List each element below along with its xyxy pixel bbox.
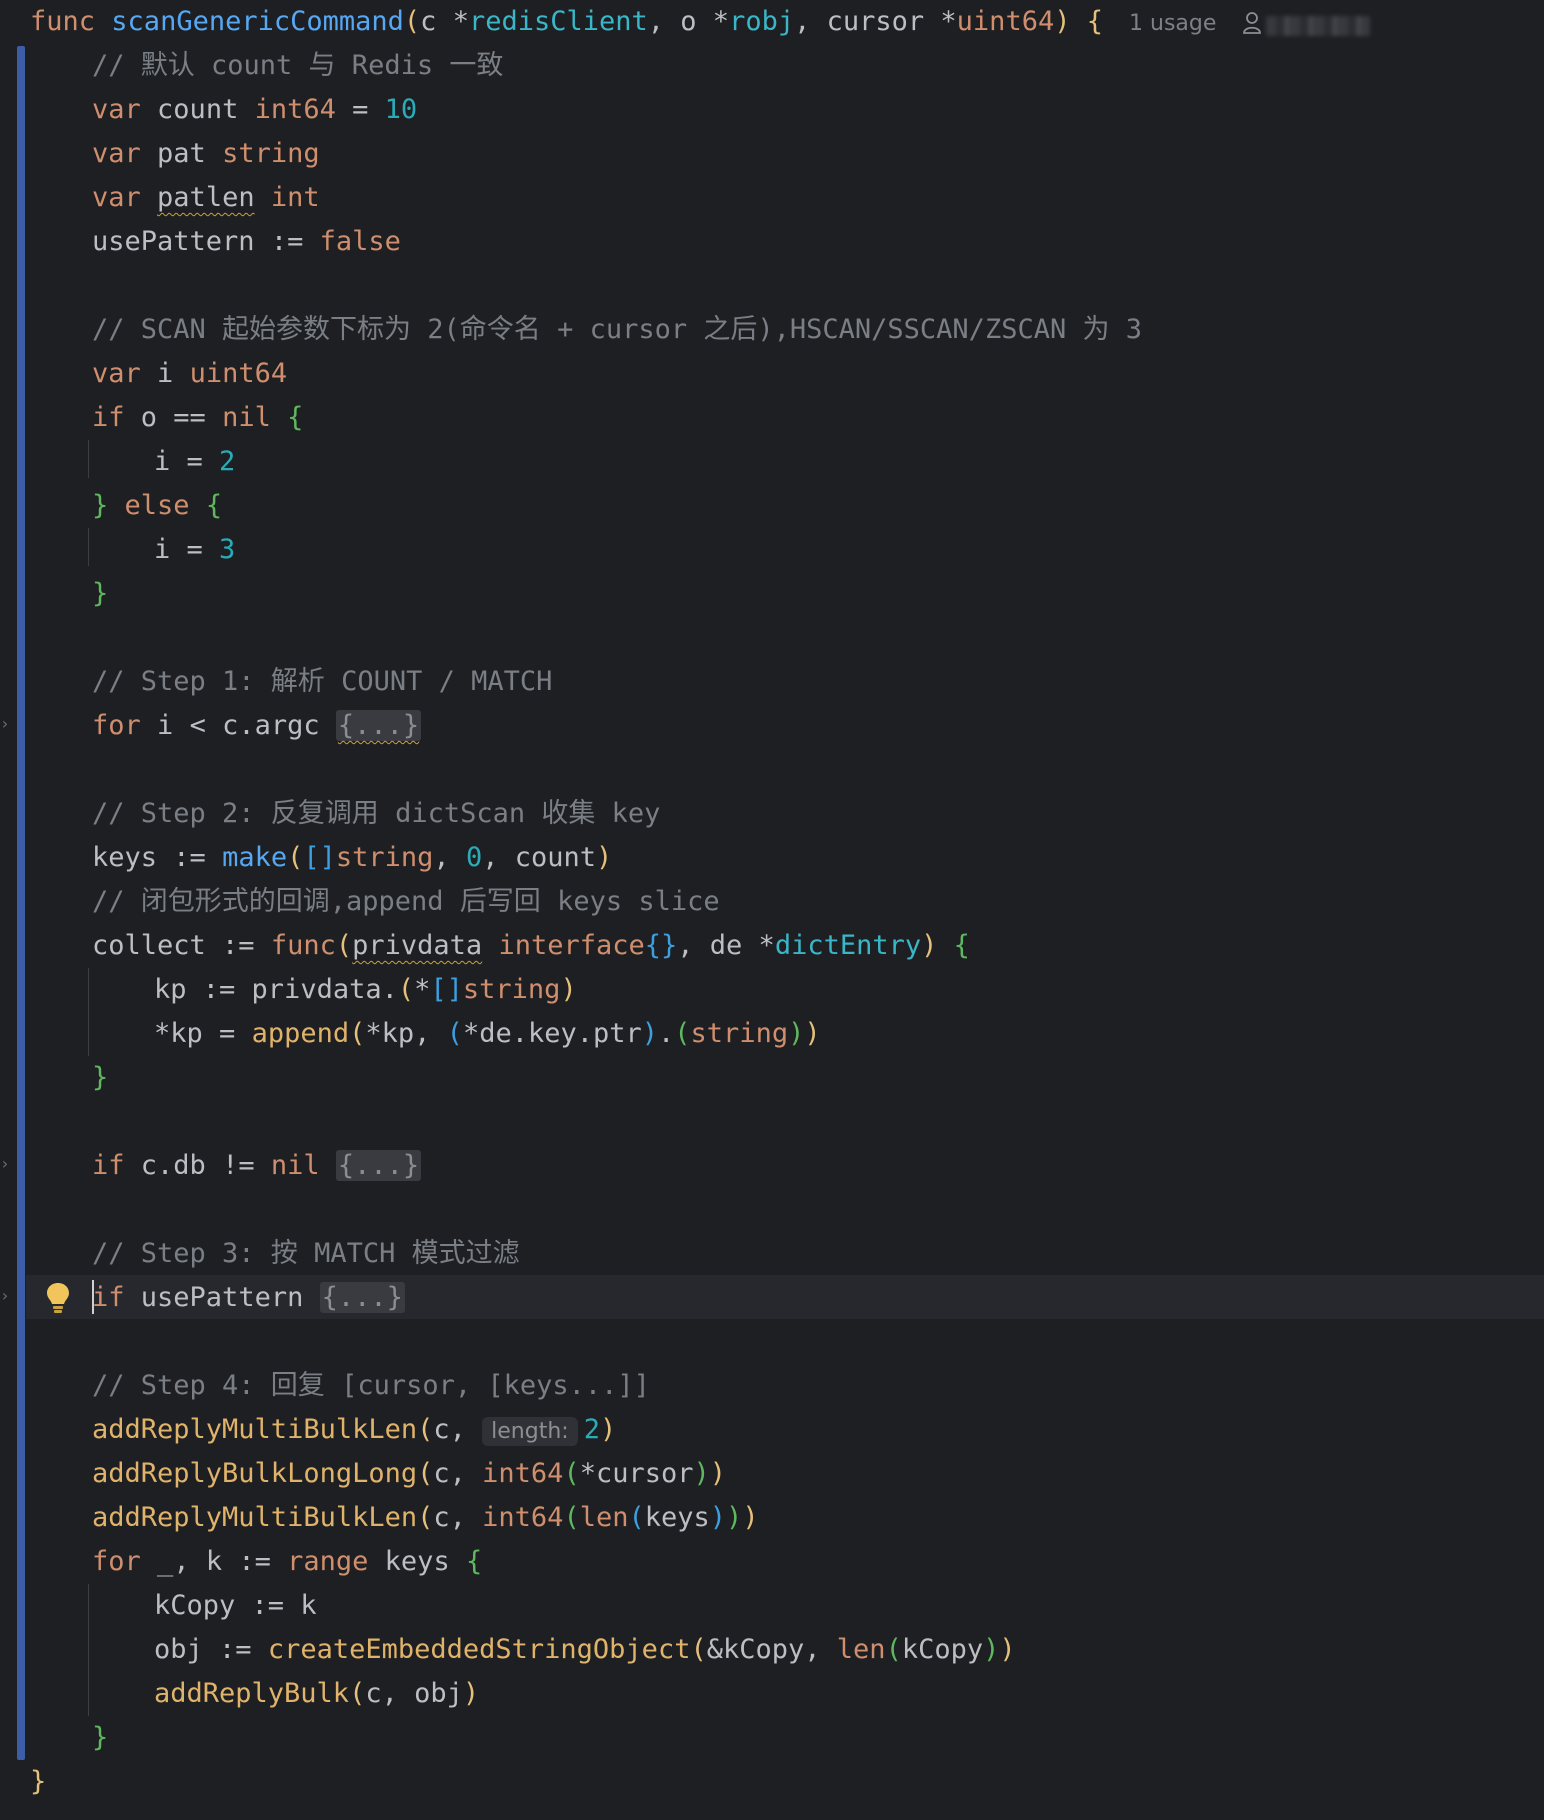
code-comment: // 闭包形式的回调,append 后写回 keys slice xyxy=(92,886,720,917)
code-comment: // Step 4: 回复 [cursor, [keys...]] xyxy=(92,1370,650,1401)
code-line[interactable]: i = 2 xyxy=(154,440,235,484)
redacted-author xyxy=(1266,15,1371,36)
person-icon xyxy=(1243,11,1262,34)
function-name[interactable]: scanGenericCommand xyxy=(111,6,404,37)
code-line[interactable]: obj := createEmbeddedStringObject(&kCopy… xyxy=(154,1628,1016,1672)
folded-block[interactable]: {...} xyxy=(335,710,422,741)
typo-warning[interactable]: patlen xyxy=(157,182,255,213)
parameter-hint: length: xyxy=(482,1417,578,1446)
code-comment: // Step 3: 按 MATCH 模式过滤 xyxy=(92,1238,520,1269)
code-line[interactable]: var count int64 = 10 xyxy=(92,88,417,132)
vcs-change-marker[interactable] xyxy=(17,46,25,1760)
param: c xyxy=(420,6,437,37)
code-comment: // 默认 count 与 Redis 一致 xyxy=(92,50,504,81)
code-line[interactable]: } xyxy=(30,1760,46,1804)
lightbulb-icon[interactable] xyxy=(44,1281,72,1315)
code-comment: // SCAN 起始参数下标为 2(命令名 + cursor 之后),HSCAN… xyxy=(92,314,1142,345)
code-line[interactable]: i = 3 xyxy=(154,528,235,572)
code-line[interactable]: kCopy := k xyxy=(154,1584,317,1628)
code-line[interactable]: kp := privdata.(*[]string) xyxy=(154,968,577,1012)
type-name: uint64 xyxy=(956,6,1055,37)
code-comment: // Step 1: 解析 COUNT / MATCH xyxy=(92,666,553,697)
code-line[interactable]: addReplyMultiBulkLen(c, length: 2) xyxy=(92,1408,616,1452)
code-line[interactable]: addReplyBulkLongLong(c, int64(*cursor)) xyxy=(92,1452,726,1496)
code-line[interactable]: for i < c.argc {...} xyxy=(92,704,422,748)
indent-guide xyxy=(88,528,89,566)
keyword: func xyxy=(30,6,96,37)
code-editor[interactable]: › › › func scanGenericCommand(c *redisCl… xyxy=(0,0,1544,1820)
indent-guide xyxy=(88,968,89,1056)
code-line[interactable]: } xyxy=(92,572,108,616)
type-name[interactable]: robj xyxy=(729,6,794,37)
indent-guide xyxy=(88,1584,89,1716)
code-line[interactable]: if usePattern {...} xyxy=(92,1276,405,1320)
fold-chevron-icon[interactable]: › xyxy=(0,714,10,734)
code-line[interactable]: var pat string xyxy=(92,132,320,176)
folded-block[interactable]: {...} xyxy=(335,1150,422,1181)
fold-chevron-icon[interactable]: › xyxy=(0,1154,10,1174)
typo-warning[interactable]: privdata xyxy=(352,930,482,961)
code-line[interactable]: var patlen int xyxy=(92,176,320,220)
code-line[interactable]: var i uint64 xyxy=(92,352,287,396)
code-line[interactable]: } else { xyxy=(92,484,222,528)
code-line[interactable]: addReplyBulk(c, obj) xyxy=(154,1672,479,1716)
fold-chevron-icon[interactable]: › xyxy=(0,1286,10,1306)
code-comment: // Step 2: 反复调用 dictScan 收集 key xyxy=(92,798,661,829)
code-line-1[interactable]: func scanGenericCommand(c *redisClient, … xyxy=(30,0,1371,44)
code-line[interactable]: } xyxy=(92,1716,108,1760)
type-name[interactable]: redisClient xyxy=(469,6,648,37)
code-line[interactable]: if c.db != nil {...} xyxy=(92,1144,422,1188)
param: cursor xyxy=(826,6,925,37)
code-line[interactable]: } xyxy=(92,1056,108,1100)
code-line[interactable]: keys := make([]string, 0, count) xyxy=(92,836,612,880)
code-line[interactable]: if o == nil { xyxy=(92,396,303,440)
code-line[interactable]: for _, k := range keys { xyxy=(92,1540,482,1584)
author-hint[interactable] xyxy=(1242,8,1371,38)
code-line[interactable]: usePattern := false xyxy=(92,220,401,264)
indent-guide xyxy=(88,440,89,478)
folded-block[interactable]: {...} xyxy=(319,1282,405,1313)
code-line[interactable]: *kp = append(*kp, (*de.key.ptr).(string)… xyxy=(154,1012,821,1056)
code-line[interactable]: addReplyMultiBulkLen(c, int64(len(keys))… xyxy=(92,1496,759,1540)
param: o xyxy=(680,6,697,37)
code-line[interactable]: collect := func(privdata interface{}, de… xyxy=(92,924,970,968)
usage-hint[interactable]: 1 usage xyxy=(1129,11,1216,36)
